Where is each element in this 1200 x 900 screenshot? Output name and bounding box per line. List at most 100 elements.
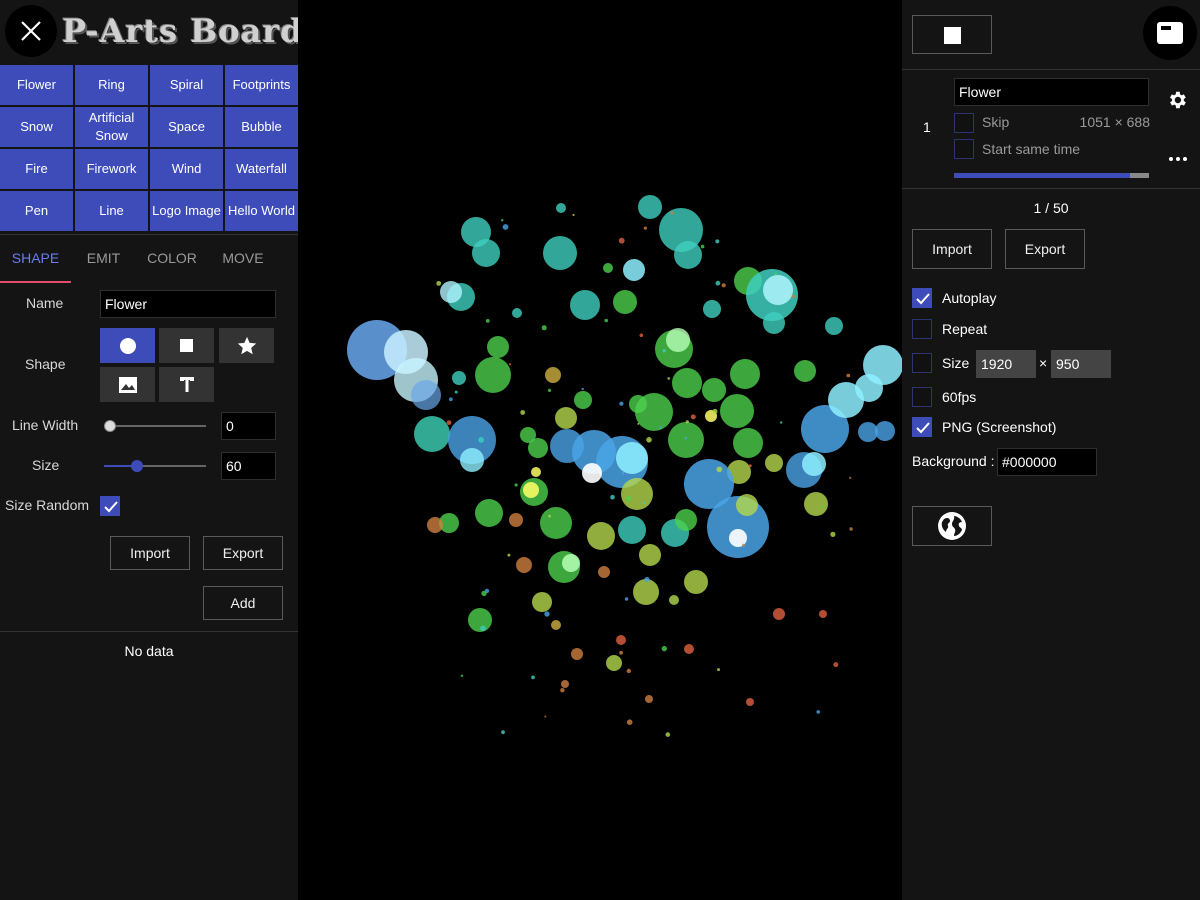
particle xyxy=(472,239,500,267)
preset-button[interactable]: Fire xyxy=(0,149,73,189)
particle xyxy=(598,566,610,578)
shape-export-button[interactable]: Export xyxy=(203,536,283,570)
add-button[interactable]: Add xyxy=(203,586,283,620)
panel-toggle-icon xyxy=(1157,22,1183,44)
preset-button[interactable]: Hello World xyxy=(225,191,298,231)
line-width-slider[interactable] xyxy=(104,416,206,436)
particle xyxy=(684,437,687,440)
preset-button[interactable]: Ring xyxy=(75,65,148,105)
panel-toggle-button[interactable] xyxy=(1143,6,1197,60)
particle xyxy=(616,442,648,474)
particle xyxy=(427,517,443,533)
import-button[interactable]: Import xyxy=(912,229,992,269)
shape-image-button[interactable] xyxy=(100,367,155,402)
particle xyxy=(702,378,726,402)
preset-button[interactable]: Pen xyxy=(0,191,73,231)
start-same-time-checkbox[interactable] xyxy=(954,139,974,159)
particle xyxy=(638,195,662,219)
preset-button[interactable]: Line xyxy=(75,191,148,231)
shape-square-button[interactable] xyxy=(159,328,214,363)
particle xyxy=(730,359,760,389)
particle xyxy=(460,448,484,472)
size-label: Size xyxy=(32,457,60,473)
particle xyxy=(543,236,577,270)
particle xyxy=(684,644,694,654)
slider-thumb[interactable] xyxy=(104,420,116,432)
particle xyxy=(736,494,758,516)
line-width-input[interactable]: 0 xyxy=(221,412,276,440)
close-button[interactable] xyxy=(5,5,57,57)
tab-shape[interactable]: SHAPE xyxy=(0,235,71,283)
height-input[interactable]: 950 xyxy=(1051,350,1111,378)
particle xyxy=(475,357,511,393)
settings-button[interactable] xyxy=(1166,89,1190,113)
close-icon xyxy=(21,21,41,41)
layer-name-input[interactable]: Flower xyxy=(954,78,1149,106)
particle xyxy=(606,655,622,671)
particle xyxy=(556,203,566,213)
preset-button[interactable]: Firework xyxy=(75,149,148,189)
layer-dimensions: 1051 × 688 xyxy=(1079,114,1150,130)
preset-button[interactable]: Bubble xyxy=(225,107,298,147)
preset-button[interactable]: Logo Image xyxy=(150,191,223,231)
more-button[interactable] xyxy=(1168,152,1188,164)
globe-button[interactable] xyxy=(912,506,992,546)
size-random-checkbox[interactable] xyxy=(100,496,120,516)
preset-button[interactable]: Spiral xyxy=(150,65,223,105)
stop-button[interactable] xyxy=(912,15,992,54)
preset-button[interactable]: Flower xyxy=(0,65,73,105)
shape-text-button[interactable] xyxy=(159,367,214,402)
png-checkbox[interactable] xyxy=(912,417,932,437)
particle xyxy=(502,224,509,230)
particle xyxy=(414,416,450,452)
background-input[interactable]: #000000 xyxy=(997,448,1097,476)
preset-button[interactable]: Space xyxy=(150,107,223,147)
export-button[interactable]: Export xyxy=(1005,229,1085,269)
name-input[interactable]: Flower xyxy=(100,290,276,318)
repeat-checkbox[interactable] xyxy=(912,319,932,339)
particle xyxy=(509,513,523,527)
preset-button[interactable]: Waterfall xyxy=(225,149,298,189)
particle xyxy=(825,317,843,335)
particle xyxy=(621,472,625,475)
page-counter: 1 / 50 xyxy=(1033,200,1069,216)
particle xyxy=(820,505,823,509)
tab-emit[interactable]: EMIT xyxy=(71,235,136,283)
particle xyxy=(531,675,535,680)
size-input[interactable]: 60 xyxy=(221,452,276,480)
shape-label: Shape xyxy=(25,356,66,372)
particle xyxy=(774,272,778,276)
particle xyxy=(572,213,575,216)
layer-progress-bar xyxy=(954,173,1149,178)
slider-thumb[interactable] xyxy=(131,460,143,472)
preset-button[interactable]: Wind xyxy=(150,149,223,189)
particle xyxy=(544,611,550,617)
autoplay-checkbox[interactable] xyxy=(912,288,932,308)
particle xyxy=(460,674,464,677)
particle xyxy=(626,668,631,674)
preset-button[interactable]: Snow xyxy=(0,107,73,147)
shape-star-button[interactable] xyxy=(219,328,274,363)
preset-button[interactable]: Artificial Snow xyxy=(75,107,148,147)
tab-move[interactable]: MOVE xyxy=(208,235,278,283)
particle xyxy=(613,290,637,314)
particle xyxy=(672,368,702,398)
particle xyxy=(794,360,816,382)
particle xyxy=(487,336,509,358)
size-checkbox[interactable] xyxy=(912,353,932,373)
width-input[interactable]: 1920 xyxy=(976,350,1036,378)
size-slider[interactable] xyxy=(104,456,206,476)
particle xyxy=(540,507,572,539)
particle xyxy=(514,483,518,487)
particle xyxy=(646,437,652,443)
shape-import-button[interactable]: Import xyxy=(110,536,190,570)
fps60-checkbox[interactable] xyxy=(912,387,932,407)
tab-color[interactable]: COLOR xyxy=(136,235,208,283)
particle-canvas[interactable] xyxy=(298,0,902,900)
skip-checkbox[interactable] xyxy=(954,113,974,133)
preset-button[interactable]: Footprints xyxy=(225,65,298,105)
particle xyxy=(560,688,565,693)
app-title: P-Arts Board xyxy=(62,12,304,50)
shape-circle-button[interactable] xyxy=(100,328,155,363)
particle xyxy=(802,452,826,476)
